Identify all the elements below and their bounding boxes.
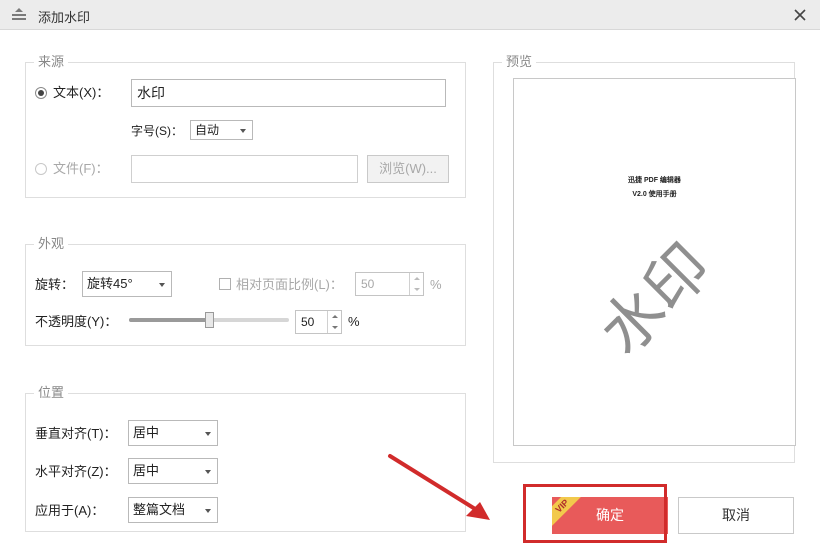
chevron-down-icon — [159, 283, 165, 287]
stepper-arrows[interactable] — [327, 311, 341, 333]
appearance-legend: 外观 — [34, 236, 69, 252]
opacity-slider-fill — [129, 318, 209, 322]
horizontal-align-select[interactable]: 居中 — [128, 458, 218, 484]
fontsize-value: 自动 — [195, 123, 220, 137]
opacity-slider-thumb[interactable] — [205, 312, 214, 328]
vertical-align-label: 垂直对齐(T)： — [35, 426, 117, 441]
annotation-arrow-icon — [388, 454, 490, 520]
app-logo-icon — [12, 8, 26, 20]
title-bar: 添加水印 — [0, 0, 820, 30]
file-radio[interactable] — [35, 163, 47, 175]
apply-to-label: 应用于(A)： — [35, 503, 105, 518]
vertical-align-select[interactable]: 居中 — [128, 420, 218, 446]
down-arrow-icon[interactable] — [332, 326, 338, 329]
up-arrow-icon[interactable] — [414, 277, 420, 280]
stepper-arrows[interactable] — [409, 273, 423, 295]
horizontal-align-value: 居中 — [133, 463, 160, 478]
browse-button[interactable]: 浏览(W)... — [367, 155, 449, 183]
chevron-down-icon — [205, 509, 211, 513]
opacity-stepper[interactable]: 50 — [295, 310, 342, 334]
preview-page: 迅捷 PDF 编辑器 V2.0 使用手册 水印 — [513, 78, 796, 446]
relative-scale-unit: % — [430, 277, 442, 292]
rotation-label: 旋转： — [35, 277, 75, 292]
highlight-box — [523, 484, 667, 543]
opacity-label: 不透明度(Y)： — [35, 314, 118, 329]
position-legend: 位置 — [34, 385, 69, 401]
cancel-button[interactable]: 取消 — [678, 497, 794, 534]
relative-scale-value: 50 — [361, 277, 375, 291]
preview-doc-subtitle: V2.0 使用手册 — [632, 191, 677, 198]
window-title: 添加水印 — [38, 10, 91, 25]
opacity-unit: % — [348, 314, 360, 329]
vertical-align-value: 居中 — [133, 425, 160, 440]
chevron-down-icon — [205, 470, 211, 474]
relative-scale-label: 相对页面比例(L)： — [236, 277, 343, 292]
text-label: 文本(X)： — [53, 85, 110, 100]
preview-legend: 预览 — [502, 54, 537, 70]
opacity-slider[interactable] — [129, 312, 289, 328]
fontsize-label: 字号(S)： — [131, 124, 183, 138]
rotation-select[interactable]: 旋转45° — [82, 271, 172, 297]
down-arrow-icon[interactable] — [414, 288, 420, 291]
opacity-value: 50 — [301, 315, 315, 329]
apply-to-select[interactable]: 整篇文档 — [128, 497, 218, 523]
apply-to-value: 整篇文档 — [133, 502, 186, 517]
text-radio[interactable] — [35, 87, 47, 99]
rotation-value: 旋转45° — [87, 276, 133, 291]
close-icon[interactable] — [790, 5, 810, 25]
watermark-text-input[interactable]: 水印 — [131, 79, 446, 107]
file-label: 文件(F)： — [53, 161, 109, 176]
preview-doc-title: 迅捷 PDF 编辑器 — [628, 177, 681, 184]
preview-watermark-text: 水印 — [585, 229, 725, 369]
file-path-input[interactable] — [131, 155, 358, 183]
source-legend: 来源 — [34, 54, 69, 70]
chevron-down-icon — [240, 129, 246, 133]
relative-scale-checkbox[interactable] — [219, 278, 231, 290]
chevron-down-icon — [205, 432, 211, 436]
horizontal-align-label: 水平对齐(Z)： — [35, 464, 117, 479]
fontsize-select[interactable]: 自动 — [190, 120, 253, 140]
up-arrow-icon[interactable] — [332, 315, 338, 318]
relative-scale-stepper[interactable]: 50 — [355, 272, 424, 296]
